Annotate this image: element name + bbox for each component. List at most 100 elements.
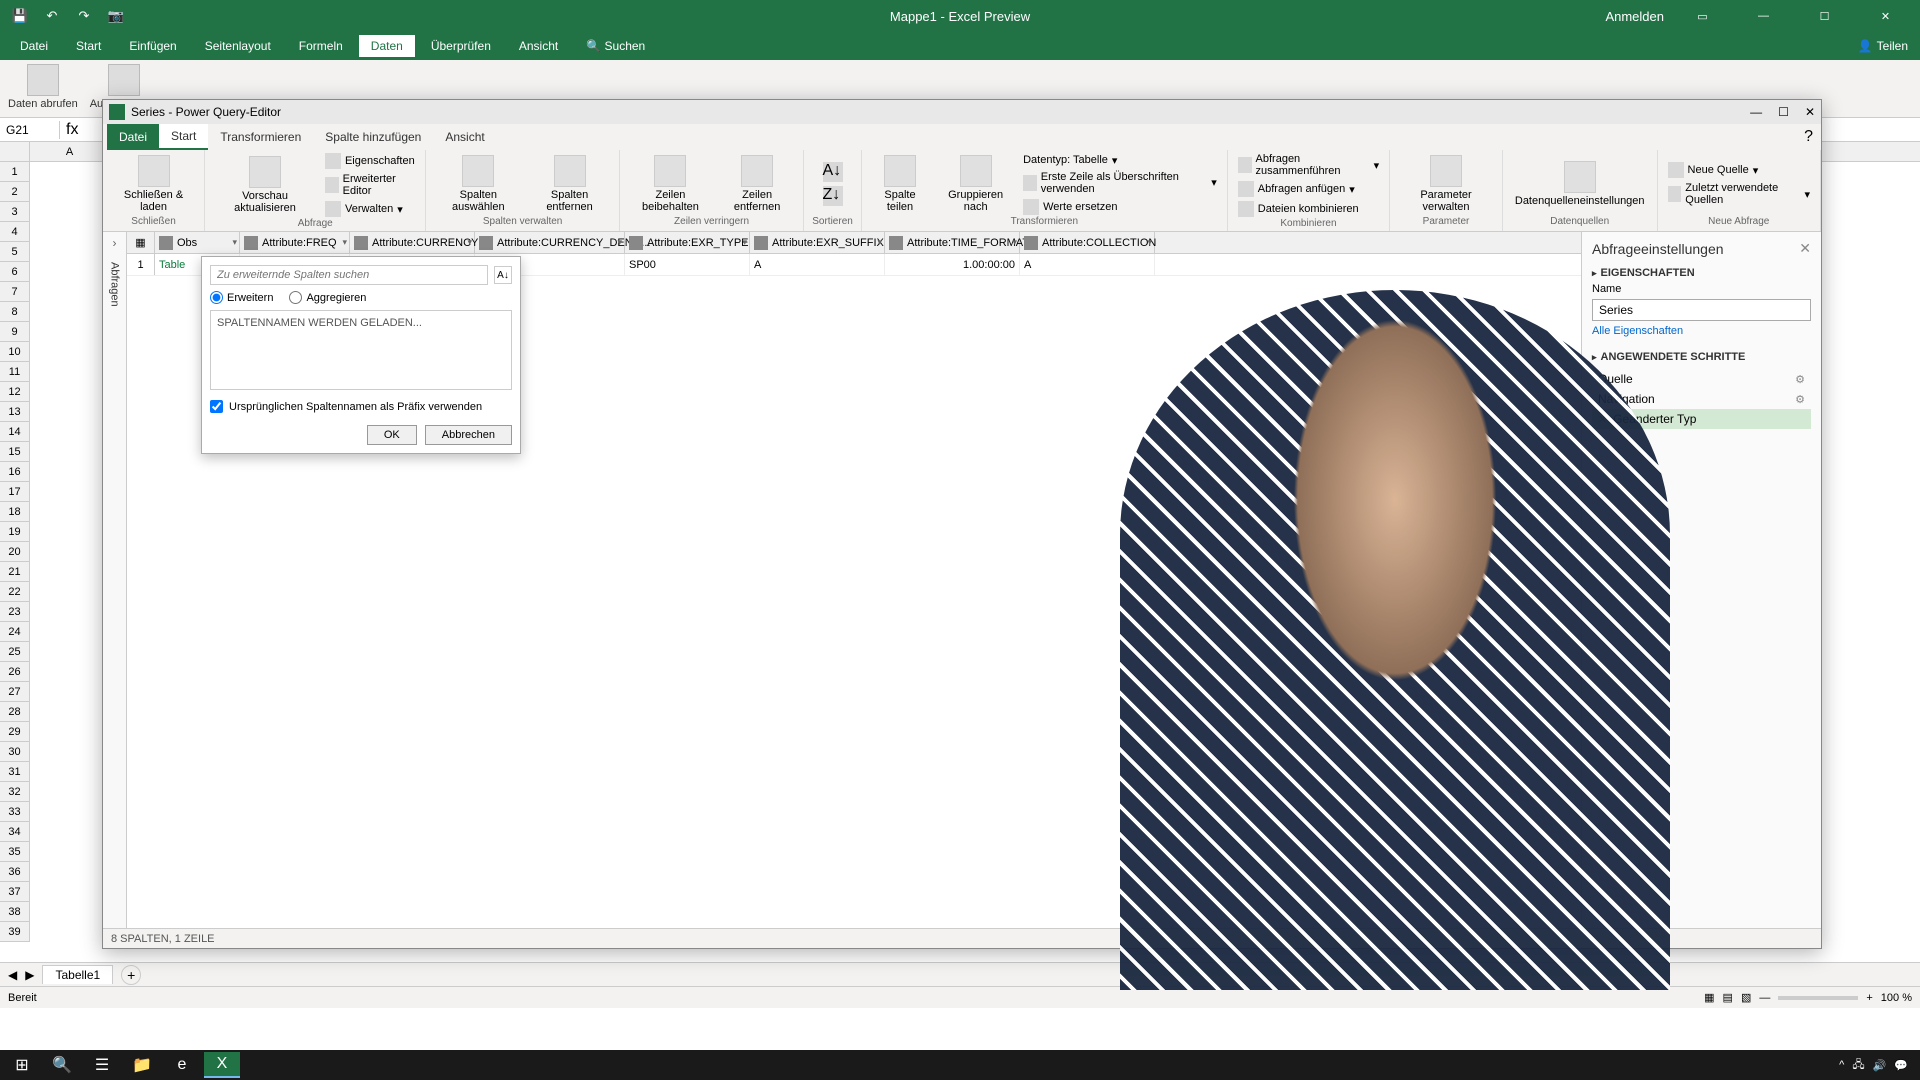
pq-tab-transform[interactable]: Transformieren: [208, 124, 313, 150]
sheet-nav-prev-icon[interactable]: ◀: [8, 968, 17, 982]
data-cell[interactable]: 1.00:00:00: [885, 254, 1020, 275]
row-header[interactable]: 8: [0, 302, 30, 322]
row-header[interactable]: 20: [0, 542, 30, 562]
fx-icon[interactable]: fx: [66, 121, 78, 139]
all-properties-link[interactable]: Alle Eigenschaften: [1592, 325, 1811, 337]
undo-icon[interactable]: ↶: [40, 4, 64, 28]
row-header[interactable]: 1: [0, 162, 30, 182]
manage-button[interactable]: Verwalten ▾: [323, 200, 417, 218]
menu-daten[interactable]: Daten: [359, 35, 415, 57]
save-icon[interactable]: 💾: [8, 4, 32, 28]
sheet-tab[interactable]: Tabelle1: [42, 965, 113, 984]
excel-taskbar-icon[interactable]: X: [204, 1052, 240, 1078]
menu-start[interactable]: Start: [64, 35, 113, 57]
row-header[interactable]: 15: [0, 442, 30, 462]
query-name-input[interactable]: [1592, 299, 1811, 321]
pq-close-icon[interactable]: ✕: [1805, 105, 1815, 119]
row-header[interactable]: 9: [0, 322, 30, 342]
split-column-button[interactable]: Spalte teilen: [870, 153, 930, 215]
queries-pane-collapsed[interactable]: › Abfragen: [103, 232, 127, 928]
row-header[interactable]: 5: [0, 242, 30, 262]
menu-ansicht[interactable]: Ansicht: [507, 35, 570, 57]
close-icon[interactable]: ✕: [1863, 0, 1908, 32]
name-box[interactable]: G21: [0, 121, 60, 139]
advanced-editor-button[interactable]: Erweiterter Editor: [323, 172, 417, 198]
column-header[interactable]: Attribute:COLLECTION▾: [1020, 232, 1155, 253]
remove-rows-button[interactable]: Zeilen entfernen: [719, 153, 795, 215]
ok-button[interactable]: OK: [367, 425, 417, 445]
network-icon[interactable]: 🖧: [1852, 1056, 1864, 1075]
filter-dropdown-icon[interactable]: ▾: [1147, 237, 1152, 248]
zoom-label[interactable]: 100 %: [1881, 992, 1912, 1004]
gear-icon[interactable]: ⚙: [1795, 373, 1805, 386]
row-header[interactable]: 23: [0, 602, 30, 622]
pq-tab-view[interactable]: Ansicht: [433, 124, 496, 150]
row-header[interactable]: 2: [0, 182, 30, 202]
menu-datei[interactable]: Datei: [8, 35, 60, 57]
row-header[interactable]: 35: [0, 842, 30, 862]
row-header[interactable]: 13: [0, 402, 30, 422]
view-normal-icon[interactable]: ▦: [1704, 991, 1714, 1004]
column-header[interactable]: Attribute:TIME_FORMAT▾: [885, 232, 1020, 253]
prefix-checkbox[interactable]: [210, 400, 223, 413]
row-header[interactable]: 10: [0, 342, 30, 362]
add-sheet-button[interactable]: +: [121, 965, 141, 985]
row-header[interactable]: 32: [0, 782, 30, 802]
merge-queries-button[interactable]: Abfragen zusammenführen ▾: [1236, 152, 1381, 178]
menu-ueberpruefen[interactable]: Überprüfen: [419, 35, 503, 57]
row-header[interactable]: 22: [0, 582, 30, 602]
chevron-right-icon[interactable]: ›: [113, 236, 117, 250]
row-header[interactable]: 19: [0, 522, 30, 542]
group-by-button[interactable]: Gruppieren nach: [936, 153, 1015, 215]
row-header[interactable]: 14: [0, 422, 30, 442]
pq-tab-datei[interactable]: Datei: [107, 124, 159, 150]
expand-search-input[interactable]: [210, 265, 488, 285]
applied-step[interactable]: Quelle⚙: [1592, 369, 1811, 389]
row-header[interactable]: 3: [0, 202, 30, 222]
expand-radio-aggregate[interactable]: Aggregieren: [289, 291, 366, 304]
settings-close-icon[interactable]: ✕: [1799, 240, 1811, 257]
row-header[interactable]: 31: [0, 762, 30, 782]
row-header[interactable]: 7: [0, 282, 30, 302]
choose-columns-button[interactable]: Spalten auswählen: [434, 153, 522, 215]
column-header[interactable]: Attribute:FREQ▾: [240, 232, 350, 253]
row-header[interactable]: 17: [0, 482, 30, 502]
close-load-button[interactable]: Schließen & laden: [111, 153, 196, 215]
new-source-button[interactable]: Neue Quelle ▾: [1666, 161, 1812, 179]
column-header[interactable]: Obs▾: [155, 232, 240, 253]
view-page-icon[interactable]: ▤: [1723, 991, 1733, 1004]
replace-values-button[interactable]: Werte ersetzen: [1021, 198, 1219, 216]
tray-chevron-icon[interactable]: ^: [1839, 1059, 1844, 1071]
row-header[interactable]: 25: [0, 642, 30, 662]
view-break-icon[interactable]: ▧: [1741, 991, 1751, 1004]
filter-dropdown-icon[interactable]: ▾: [742, 237, 747, 248]
column-header[interactable]: Attribute:CURRENCY_DENO...▾: [475, 232, 625, 253]
data-cell[interactable]: A: [750, 254, 885, 275]
row-header[interactable]: 26: [0, 662, 30, 682]
search-icon[interactable]: 🔍: [44, 1052, 80, 1078]
combine-files-button[interactable]: Dateien kombinieren: [1236, 200, 1381, 218]
sort-az-icon[interactable]: A↓: [494, 266, 512, 284]
column-header[interactable]: Attribute:EXR_TYPE▾: [625, 232, 750, 253]
datatype-button[interactable]: Datentyp: Tabelle ▾: [1021, 153, 1219, 168]
col-header[interactable]: A: [30, 142, 110, 161]
menu-formeln[interactable]: Formeln: [287, 35, 355, 57]
gear-icon[interactable]: ⚙: [1795, 393, 1805, 406]
sort-asc-icon[interactable]: A↓: [823, 162, 843, 182]
filter-dropdown-icon[interactable]: ▾: [877, 237, 882, 248]
get-data-icon[interactable]: [27, 64, 59, 96]
filter-dropdown-icon[interactable]: ▾: [467, 237, 472, 248]
pq-tab-start[interactable]: Start: [159, 124, 208, 150]
share-button[interactable]: Teilen: [1877, 39, 1908, 53]
menu-seitenlayout[interactable]: Seitenlayout: [193, 35, 283, 57]
task-view-icon[interactable]: ☰: [84, 1052, 120, 1078]
from-text-icon[interactable]: [108, 64, 140, 96]
account-link[interactable]: Anmelden: [1605, 9, 1664, 24]
pq-help-icon[interactable]: ?: [1796, 124, 1821, 150]
row-header[interactable]: 36: [0, 862, 30, 882]
row-header[interactable]: 38: [0, 902, 30, 922]
filter-dropdown-icon[interactable]: ▾: [232, 237, 237, 248]
filter-dropdown-icon[interactable]: ▾: [617, 237, 622, 248]
row-header[interactable]: 37: [0, 882, 30, 902]
pq-tab-addcolumn[interactable]: Spalte hinzufügen: [313, 124, 433, 150]
